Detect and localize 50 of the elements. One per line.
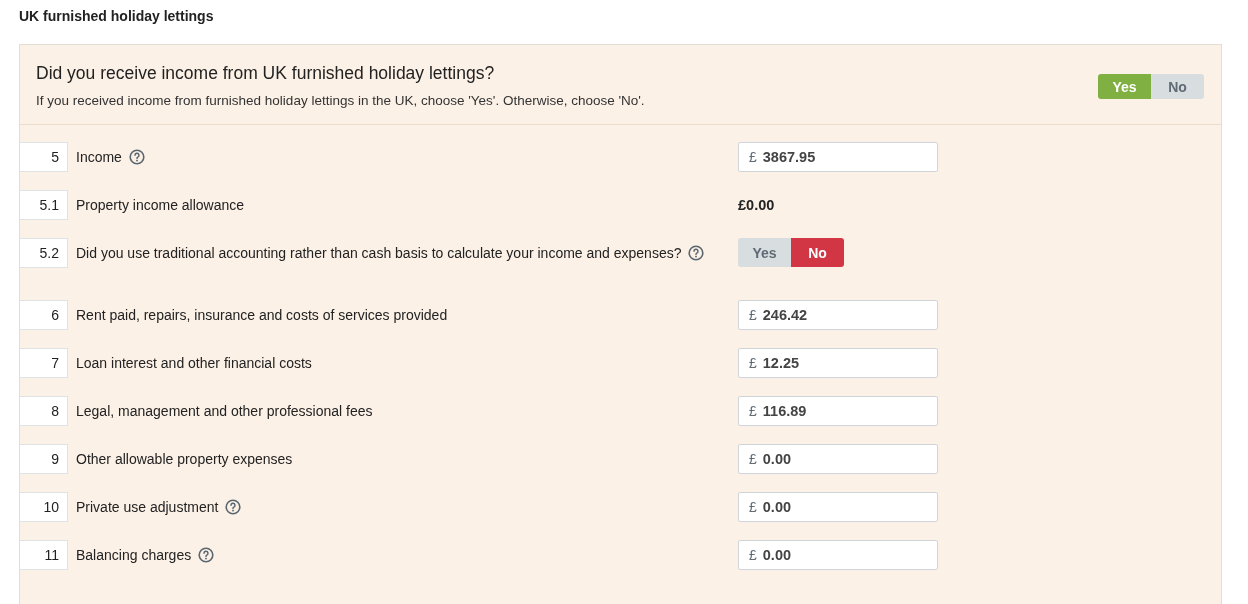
field-value: 12.25 — [762, 355, 800, 371]
field-label: Legal, management and other professional fees — [76, 403, 373, 419]
currency-symbol: £ — [749, 547, 757, 563]
help-icon[interactable] — [128, 149, 145, 165]
currency-symbol: £ — [749, 499, 757, 515]
amount-field[interactable]: £ 0.00 — [738, 492, 938, 522]
amount-field[interactable]: £ 116.89 — [738, 396, 938, 426]
currency-symbol: £ — [749, 149, 757, 165]
box-number: 5 — [20, 142, 68, 172]
amount-field[interactable]: £ 0.00 — [738, 444, 938, 474]
field-label: Loan interest and other financial costs — [76, 355, 312, 371]
toggle-option[interactable]: Yes — [738, 238, 791, 267]
currency-symbol: £ — [749, 403, 757, 419]
currency-symbol: £ — [749, 355, 757, 371]
box-number: 5.1 — [20, 190, 68, 220]
field-value: 116.89 — [762, 403, 807, 419]
toggle-option[interactable]: No — [1151, 74, 1204, 99]
section-title: UK furnished holiday lettings — [19, 7, 215, 26]
currency-symbol: £ — [749, 307, 757, 323]
field-label: Income — [76, 149, 122, 165]
field-value: 246.42 — [762, 307, 808, 323]
currency-symbol: £ — [749, 451, 757, 467]
question-title: Did you receive income from UK furnished holiday lettings? — [36, 63, 496, 84]
help-icon[interactable] — [225, 499, 242, 515]
field-label: Rent paid, repairs, insurance and costs of services provided — [76, 307, 448, 323]
field-value: 0.00 — [762, 499, 792, 515]
amount-value: £0.00 — [738, 196, 775, 215]
box-number: 7 — [20, 348, 68, 378]
box-number: 11 — [20, 540, 68, 570]
help-icon[interactable] — [198, 547, 215, 563]
field-label: Property income allowance — [76, 197, 245, 213]
field-label: Other allowable property expenses — [76, 451, 293, 467]
help-icon[interactable] — [688, 245, 705, 261]
question-hint: If you received income from furnished holiday lettings in the UK, choose 'Yes'. Otherwise, choose 'No'. — [36, 93, 645, 108]
field-value: 0.00 — [762, 547, 792, 563]
field-label: Private use adjustment — [76, 499, 219, 515]
field-label: Did you use traditional accounting rather than cash basis to calculate your income and expenses? — [76, 245, 682, 261]
box-number: 10 — [20, 492, 68, 522]
box-number: 9 — [20, 444, 68, 474]
field-value: 0.00 — [762, 451, 792, 467]
amount-field[interactable]: £ 3867.95 — [738, 142, 938, 172]
field-label: Balancing charges — [76, 547, 192, 563]
amount-field[interactable]: £ 12.25 — [738, 348, 938, 378]
amount-field[interactable]: £ 0.00 — [738, 540, 938, 570]
box-number: 6 — [20, 300, 68, 330]
toggle-option[interactable]: No — [791, 238, 844, 267]
box-number: 8 — [20, 396, 68, 426]
field-value: 3867.95 — [762, 149, 816, 165]
box-number: 5.2 — [20, 238, 68, 268]
amount-field[interactable]: £ 246.42 — [738, 300, 938, 330]
